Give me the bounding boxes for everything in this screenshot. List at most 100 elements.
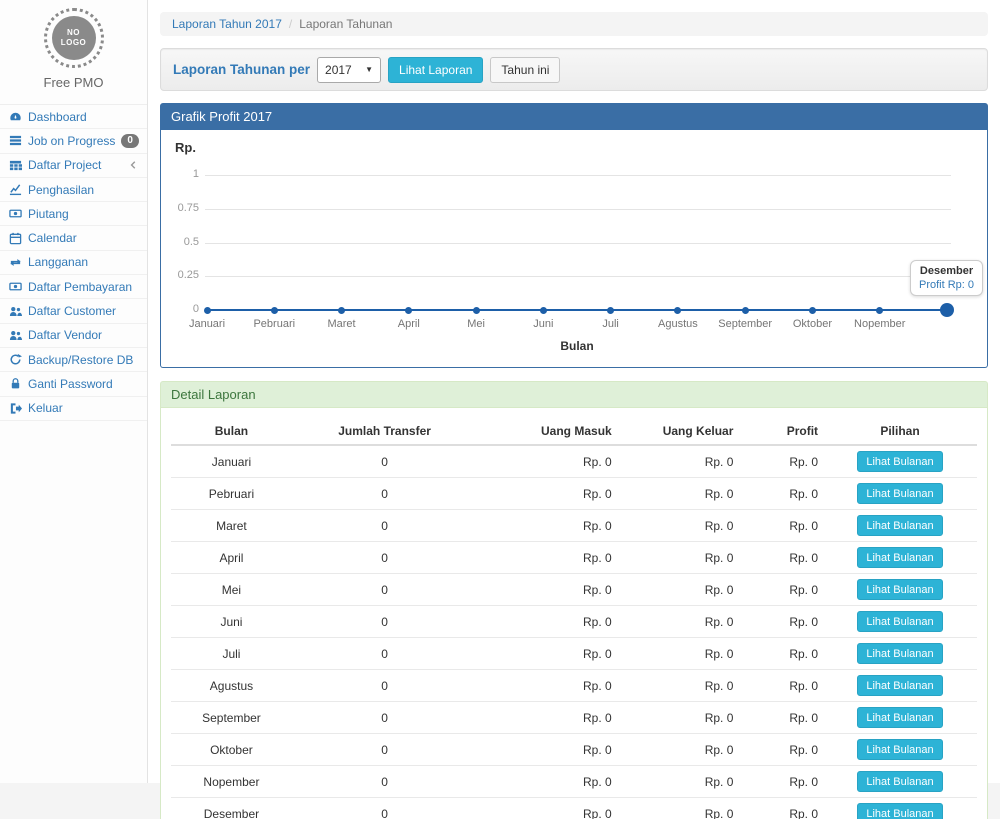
sidebar-item-calendar[interactable]: Calendar	[0, 226, 147, 250]
lihat-bulanan-button-maret[interactable]: Lihat Bulanan	[857, 515, 942, 536]
brand-name: Free PMO	[0, 75, 147, 90]
y-axis-tick: 0	[161, 303, 199, 315]
lihat-bulanan-button-juli[interactable]: Lihat Bulanan	[857, 643, 942, 664]
sidebar-item-label: Backup/Restore DB	[28, 353, 133, 367]
column-header-pilihan: Pilihan	[823, 418, 977, 445]
data-point-juni[interactable]	[540, 307, 547, 314]
sidebar-item-label: Job on Progress	[28, 134, 115, 148]
column-header-profit: Profit	[738, 418, 823, 445]
sidebar-item-ganti-password[interactable]: Ganti Password	[0, 372, 147, 396]
data-point-pebruari[interactable]	[271, 307, 278, 314]
data-point-april[interactable]	[405, 307, 412, 314]
sidebar-item-daftar-project[interactable]: Daftar Project	[0, 154, 147, 178]
data-point-januari[interactable]	[204, 307, 211, 314]
lihat-bulanan-button-desember[interactable]: Lihat Bulanan	[857, 803, 942, 819]
cell-bulan: Mei	[171, 574, 292, 606]
table-row-juni: Juni0Rp. 0Rp. 0Rp. 0Lihat Bulanan	[171, 606, 977, 638]
lihat-bulanan-button-september[interactable]: Lihat Bulanan	[857, 707, 942, 728]
cell-masuk: Rp. 0	[477, 638, 616, 670]
lihat-laporan-button[interactable]: Lihat Laporan	[388, 57, 483, 83]
sidebar-item-label: Penghasilan	[28, 183, 94, 197]
tahun-ini-button[interactable]: Tahun ini	[490, 57, 560, 83]
table-row-pebruari: Pebruari0Rp. 0Rp. 0Rp. 0Lihat Bulanan	[171, 478, 977, 510]
table-row-september: September0Rp. 0Rp. 0Rp. 0Lihat Bulanan	[171, 702, 977, 734]
lihat-bulanan-button-agustus[interactable]: Lihat Bulanan	[857, 675, 942, 696]
sidebar-item-langganan[interactable]: Langganan	[0, 251, 147, 275]
sidebar-item-backup-restore-db[interactable]: Backup/Restore DB	[0, 348, 147, 372]
cell-action: Lihat Bulanan	[823, 734, 977, 766]
data-point-desember[interactable]	[940, 303, 954, 317]
sidebar-item-daftar-customer[interactable]: Daftar Customer	[0, 299, 147, 323]
cell-masuk: Rp. 0	[477, 798, 616, 819]
cell-jumlah: 0	[292, 478, 477, 510]
sidebar-item-label: Calendar	[28, 231, 77, 245]
app-logo: NO LOGO Free PMO	[0, 0, 147, 96]
sidebar-item-job-on-progress[interactable]: Job on Progress0	[0, 129, 147, 153]
data-point-juli[interactable]	[607, 307, 614, 314]
cell-bulan: September	[171, 702, 292, 734]
cell-bulan: Desember	[171, 798, 292, 819]
cell-action: Lihat Bulanan	[823, 766, 977, 798]
cell-profit: Rp. 0	[738, 670, 823, 702]
breadcrumb-active: Laporan Tahunan	[299, 17, 392, 31]
gridline	[205, 276, 951, 277]
data-point-oktober[interactable]	[809, 307, 816, 314]
breadcrumb-link-laporan-tahun[interactable]: Laporan Tahun 2017	[172, 17, 282, 31]
data-point-agustus[interactable]	[674, 307, 681, 314]
cell-keluar: Rp. 0	[617, 478, 739, 510]
gridline	[205, 175, 951, 176]
lihat-bulanan-button-nopember[interactable]: Lihat Bulanan	[857, 771, 942, 792]
cell-masuk: Rp. 0	[477, 606, 616, 638]
cell-jumlah: 0	[292, 606, 477, 638]
data-point-maret[interactable]	[338, 307, 345, 314]
sidebar-item-piutang[interactable]: Piutang	[0, 202, 147, 226]
cell-bulan: Nopember	[171, 766, 292, 798]
lihat-bulanan-button-oktober[interactable]: Lihat Bulanan	[857, 739, 942, 760]
users-icon	[9, 329, 22, 342]
sidebar-item-label: Keluar	[28, 401, 63, 415]
cell-keluar: Rp. 0	[617, 606, 739, 638]
sidebar-item-label: Langganan	[28, 255, 88, 269]
year-select[interactable]: 2017 ▼	[317, 57, 381, 83]
data-point-mei[interactable]	[473, 307, 480, 314]
cell-masuk: Rp. 0	[477, 766, 616, 798]
profit-chart: Rp.00.250.50.751JanuariPebruariMaretApri…	[160, 130, 988, 368]
lihat-bulanan-button-april[interactable]: Lihat Bulanan	[857, 547, 942, 568]
lihat-bulanan-button-mei[interactable]: Lihat Bulanan	[857, 579, 942, 600]
calendar-icon	[9, 232, 22, 245]
cell-profit: Rp. 0	[738, 638, 823, 670]
column-header-uang-masuk: Uang Masuk	[477, 418, 616, 445]
sidebar-item-daftar-pembayaran[interactable]: Daftar Pembayaran	[0, 275, 147, 299]
tooltip-title: Desember	[919, 265, 974, 277]
line-chart-icon	[9, 183, 22, 196]
cell-keluar: Rp. 0	[617, 702, 739, 734]
lihat-bulanan-button-pebruari[interactable]: Lihat Bulanan	[857, 483, 942, 504]
column-header-jumlah-transfer: Jumlah Transfer	[292, 418, 477, 445]
data-point-nopember[interactable]	[876, 307, 883, 314]
sidebar-item-daftar-vendor[interactable]: Daftar Vendor	[0, 324, 147, 348]
year-select-value: 2017	[325, 63, 352, 77]
cell-jumlah: 0	[292, 702, 477, 734]
sidebar-item-penghasilan[interactable]: Penghasilan	[0, 178, 147, 202]
cell-keluar: Rp. 0	[617, 670, 739, 702]
cell-profit: Rp. 0	[738, 702, 823, 734]
refresh-icon	[9, 353, 22, 366]
breadcrumb: Laporan Tahun 2017 / Laporan Tahunan	[160, 12, 988, 36]
lihat-bulanan-button-januari[interactable]: Lihat Bulanan	[857, 451, 942, 472]
column-header-bulan: Bulan	[171, 418, 292, 445]
sidebar-item-label: Daftar Project	[28, 158, 101, 172]
sidebar-item-dashboard[interactable]: Dashboard	[0, 105, 147, 129]
cell-action: Lihat Bulanan	[823, 445, 977, 478]
lihat-bulanan-button-juni[interactable]: Lihat Bulanan	[857, 611, 942, 632]
cell-profit: Rp. 0	[738, 606, 823, 638]
cell-action: Lihat Bulanan	[823, 670, 977, 702]
sidebar-item-keluar[interactable]: Keluar	[0, 397, 147, 421]
table-row-april: April0Rp. 0Rp. 0Rp. 0Lihat Bulanan	[171, 542, 977, 574]
sign-out-icon	[9, 402, 22, 415]
table-row-maret: Maret0Rp. 0Rp. 0Rp. 0Lihat Bulanan	[171, 510, 977, 542]
table-row-agustus: Agustus0Rp. 0Rp. 0Rp. 0Lihat Bulanan	[171, 670, 977, 702]
cell-jumlah: 0	[292, 574, 477, 606]
cell-jumlah: 0	[292, 798, 477, 819]
data-point-september[interactable]	[742, 307, 749, 314]
cell-masuk: Rp. 0	[477, 510, 616, 542]
